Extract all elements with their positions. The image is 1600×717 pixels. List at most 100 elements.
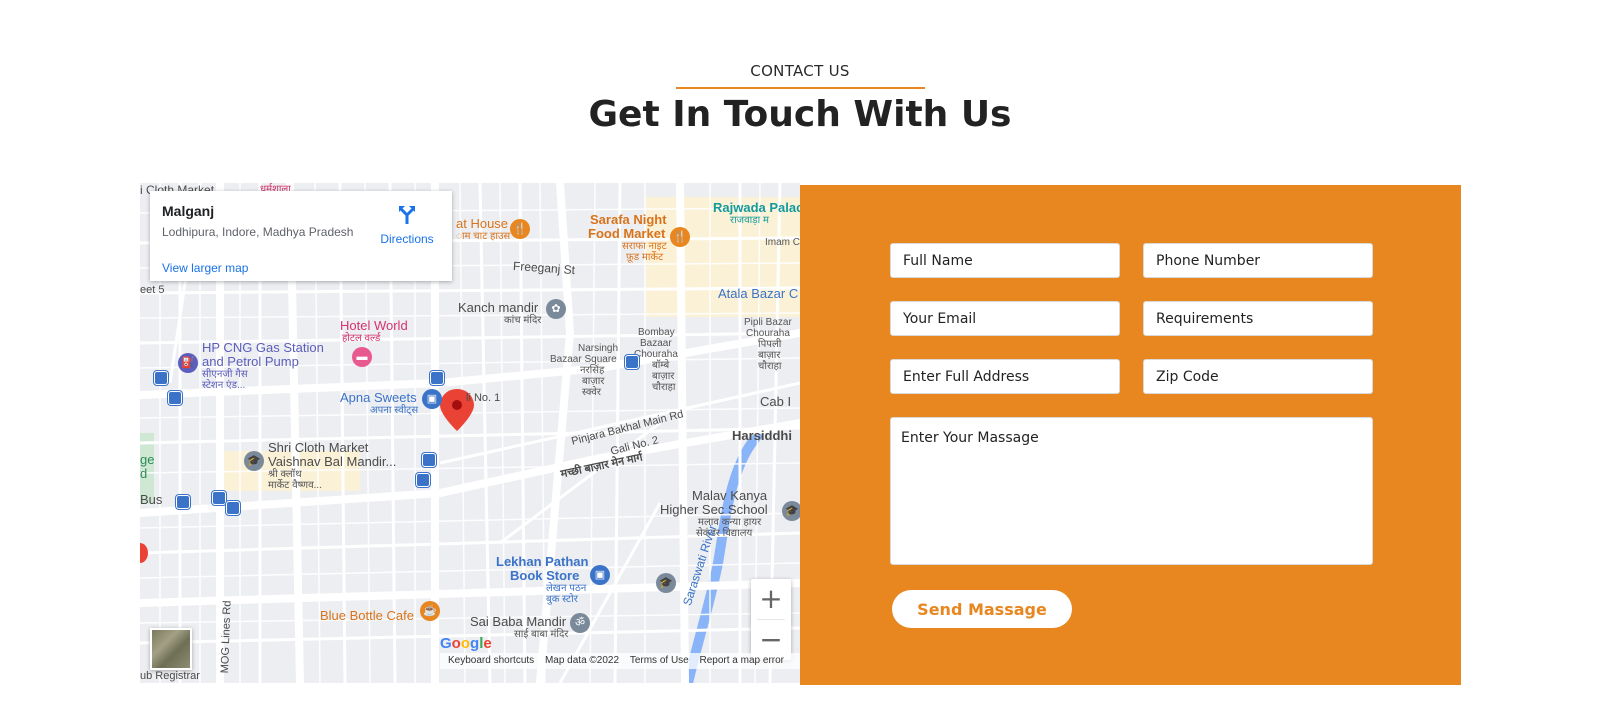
map-label-harsiddhi: Harsiddhi — [732, 428, 792, 443]
bus-stop-icon — [416, 473, 430, 487]
map-label-narsingh: Narsingh — [578, 343, 619, 354]
map-label-mog-lines: MOG Lines Rd — [218, 600, 234, 674]
map-label-sai-baba: Sai Baba Mandir — [470, 614, 567, 629]
map-label-shri-cloth-2: Vaishnav Bal Mandir... — [268, 454, 397, 469]
map-label-cab: Cab I — [760, 394, 792, 409]
address-field[interactable] — [890, 359, 1120, 394]
report-map-error-link[interactable]: Report a map error — [700, 655, 784, 666]
map-label-chaat-house-hi: ाम चाट हाउस — [456, 231, 511, 242]
email-field[interactable] — [890, 301, 1120, 336]
requirements-field[interactable] — [1143, 301, 1373, 336]
map-label-shri-cloth-hi: श्री क्लॉथ — [268, 469, 302, 480]
map-label-sarafa-hi: सराफा नाइट — [622, 241, 667, 252]
view-larger-map-link[interactable]: View larger map — [162, 261, 248, 275]
map-label-narsingh-2: Bazaar Square — [550, 354, 617, 365]
cafe-icon: ☕ — [420, 601, 440, 621]
restaurant-icon: 🍴 — [670, 227, 690, 247]
map-label-lekhan-2: Book Store — [510, 568, 580, 583]
map-label-bombay-hi: बॉम्बे — [652, 360, 670, 371]
map-label-chaat-house: at House — [456, 216, 509, 231]
directions-label: Directions — [380, 232, 434, 246]
school-icon: 🎓 — [656, 573, 676, 593]
bus-stop-icon — [176, 495, 190, 509]
map-label-sub-registrar: ub Registrar — [140, 670, 200, 682]
map-label-kanch-mandir-hi: कांच मंदिर — [504, 315, 542, 326]
map-label-malav: Malav Kanya — [692, 488, 768, 503]
map-label-bombay-hi-2: बाज़ार — [652, 371, 675, 382]
map-label-apna-sweets: Apna Sweets — [340, 390, 417, 405]
map-zoom-control: + − — [751, 579, 791, 660]
send-message-button[interactable]: Send Massage — [892, 590, 1072, 628]
message-field[interactable] — [890, 417, 1373, 565]
google-logo: Google — [440, 635, 492, 652]
map-label-narsingh-hi: नरसिंह — [580, 365, 605, 376]
map-label-atala: Atala Bazar C — [718, 286, 799, 301]
restaurant-icon: 🍴 — [510, 219, 530, 239]
map-label-bombay: Bombay — [638, 327, 675, 338]
directions-icon — [399, 206, 415, 224]
satellite-view-toggle[interactable] — [150, 628, 192, 670]
map-label-gali-1: li No. 1 — [466, 392, 501, 404]
map-info-card: Malganj Lodhipura, Indore, Madhya Prades… — [150, 191, 452, 281]
keyboard-shortcuts-link[interactable]: Keyboard shortcuts — [448, 655, 534, 666]
map-label-pipli-2: Chouraha — [746, 328, 790, 339]
bus-stop-icon — [422, 453, 436, 467]
map-label-pipli-hi: पिपली — [758, 339, 782, 350]
map-label-lekhan: Lekhan Pathan — [496, 554, 589, 569]
bus-stop-icon — [625, 355, 639, 369]
map-attribution-bar: Keyboard shortcuts Map data ©2022 Terms … — [440, 653, 800, 669]
eyebrow-underline — [676, 87, 925, 89]
map-label-imam: Imam Ch — [765, 237, 800, 248]
bus-stop-icon — [430, 371, 444, 385]
bus-stop-icon — [212, 491, 226, 505]
map-label-hotel-world: Hotel World — [340, 318, 408, 333]
embedded-map[interactable]: i Cloth Market धर्मशाला at House ाम चाट … — [140, 183, 800, 683]
map-label-pipli-hi-2: बाज़ार — [758, 350, 781, 361]
map-label-hp-cng-hi: सीएनजी गैस — [202, 369, 248, 380]
map-label-narsingh-hi-2: बाज़ार — [582, 376, 605, 387]
map-label-bombay-2: Bazaar — [640, 338, 672, 349]
map-data-text: Map data ©2022 — [544, 655, 620, 666]
map-label-sai-baba-hi: साई बाबा मंदिर — [514, 629, 569, 640]
section-title: Get In Touch With Us — [588, 94, 1012, 135]
map-label-bus: Bus — [140, 492, 163, 507]
map-label-rajwada-hi: राजवाड़ा म — [730, 215, 769, 226]
full-name-field[interactable] — [890, 243, 1120, 278]
map-label-hp-cng: HP CNG Gas Station — [202, 340, 324, 355]
map-label-bombay-hi-3: चौराहा — [652, 382, 676, 393]
contact-form: Send Massage — [800, 185, 1461, 685]
school-icon: 🎓 — [782, 501, 800, 521]
map-label-sarafa-2: Food Market — [588, 226, 666, 241]
map-label-narsingh-hi-3: स्क्वेर — [582, 387, 601, 398]
terms-of-use-link[interactable]: Terms of Use — [630, 655, 689, 666]
map-label-hp-cng-2: and Petrol Pump — [202, 354, 299, 369]
map-label-sarafa-hi-2: फ़ूड मार्केट — [626, 252, 664, 263]
map-label-pipli: Pipli Bazar — [744, 317, 792, 328]
map-label-hp-cng-hi-2: स्टेशन एंड... — [202, 380, 246, 391]
map-label-street-5: eet 5 — [140, 284, 165, 296]
map-label-shri-cloth-hi-2: मार्केट वैष्णव... — [268, 480, 322, 491]
school-icon: 🎓 — [244, 451, 264, 471]
map-label-blue-bottle: Blue Bottle Cafe — [320, 608, 414, 623]
map-label-lekhan-hi-2: बुक स्टोर — [546, 594, 578, 605]
zoom-in-button[interactable]: + — [751, 579, 791, 619]
bus-stop-icon — [168, 391, 182, 405]
map-label-pipli-hi-3: चौराहा — [758, 361, 782, 372]
map-label-d: d — [140, 466, 148, 481]
zip-code-field[interactable] — [1143, 359, 1373, 394]
hotel-icon: ▬ — [352, 347, 372, 367]
map-place-name: Malganj — [162, 203, 215, 219]
directions-button[interactable]: Directions — [372, 203, 442, 246]
map-label-rajwada: Rajwada Palac — [713, 200, 800, 215]
phone-number-field[interactable] — [1143, 243, 1373, 278]
temple-icon: ॐ — [570, 613, 590, 633]
bus-stop-icon — [154, 371, 168, 385]
map-label-bombay-3: Chouraha — [634, 349, 678, 360]
map-label-malav-2: Higher Sec School — [660, 502, 768, 517]
map-label-lekhan-hi: लेखन पठन — [546, 583, 587, 594]
shop-icon: ▣ — [422, 389, 442, 409]
map-label-kanch-mandir: Kanch mandir — [458, 300, 539, 315]
bus-stop-icon — [226, 501, 240, 515]
map-label-hotel-world-hi: होटल वर्ल्ड — [342, 333, 381, 344]
map-label-apna-sweets-hi: अपना स्वीट्स — [370, 405, 419, 416]
